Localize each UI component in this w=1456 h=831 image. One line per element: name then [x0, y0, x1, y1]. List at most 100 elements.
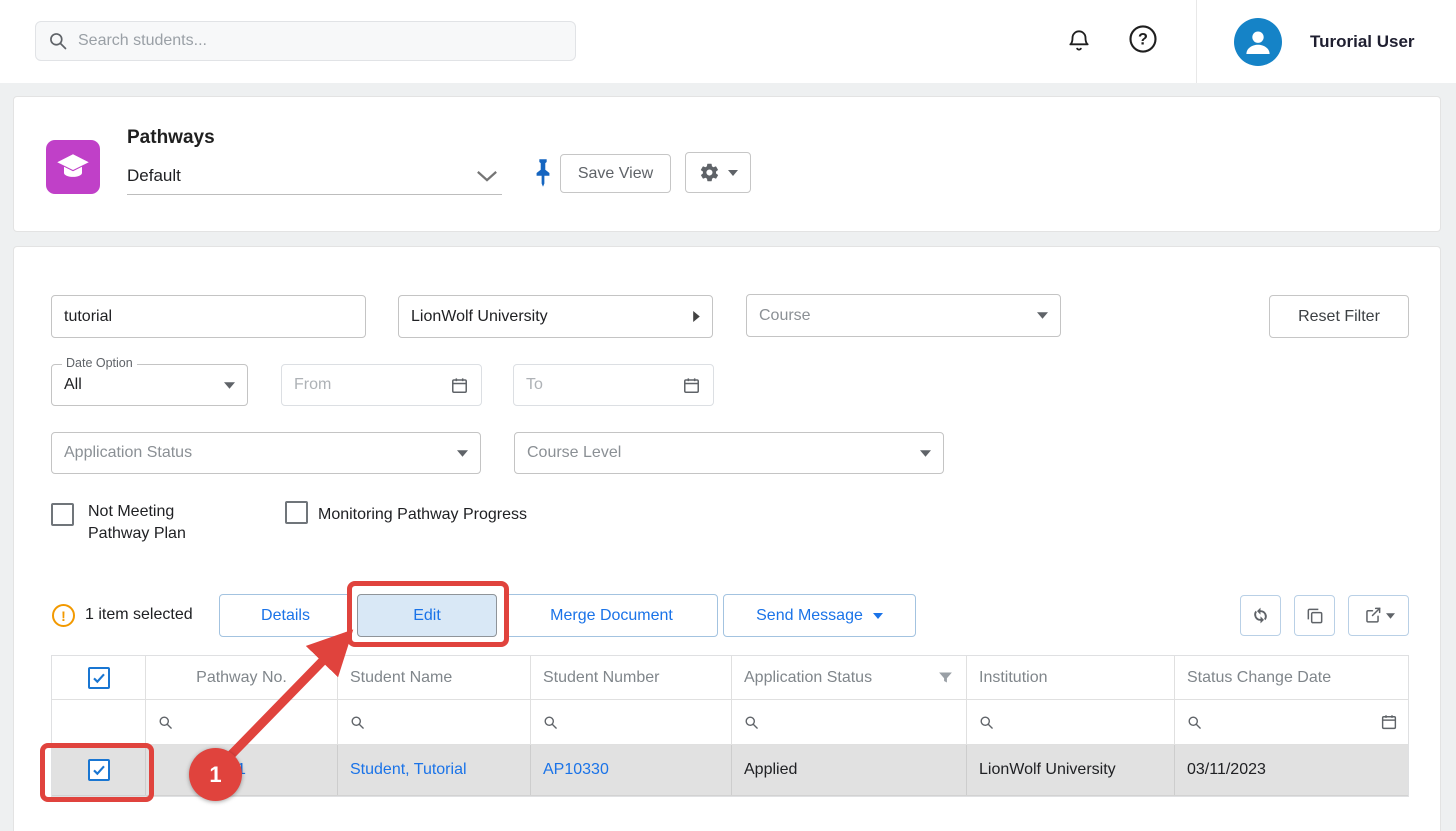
monitoring-pathway-progress-label: Monitoring Pathway Progress: [318, 504, 527, 526]
application-status-filter[interactable]: Application Status: [51, 432, 481, 474]
caret-down-icon: [224, 382, 235, 389]
caret-down-icon: [920, 450, 931, 457]
column-header-pathway-no[interactable]: Pathway No.: [146, 656, 338, 699]
search-input[interactable]: [78, 32, 563, 50]
caret-down-icon: [1037, 312, 1048, 319]
application-status-column-filter[interactable]: [732, 700, 967, 744]
date-option-label: Date Option: [62, 356, 137, 370]
institution-column-filter[interactable]: [967, 700, 1175, 744]
page-title: Pathways: [127, 127, 215, 149]
caret-right-icon: [693, 311, 700, 322]
merge-document-button[interactable]: Merge Document: [505, 594, 718, 637]
copy-button[interactable]: [1294, 595, 1335, 636]
search-icon: [543, 715, 558, 730]
pathways-table: Pathway No. Student Name Student Number …: [51, 655, 1409, 797]
calendar-icon: [1380, 713, 1398, 731]
user-name: Turorial User: [1310, 0, 1415, 83]
search-icon: [744, 715, 759, 730]
date-to-input[interactable]: To: [513, 364, 714, 406]
user-avatar[interactable]: [1234, 18, 1282, 66]
save-view-button[interactable]: Save View: [560, 154, 671, 193]
application-status-placeholder: Application Status: [64, 444, 449, 462]
date-from-input[interactable]: From: [281, 364, 482, 406]
status-change-date-column-filter[interactable]: [1175, 700, 1410, 744]
details-button[interactable]: Details: [219, 594, 352, 637]
filter-funnel-icon[interactable]: [937, 669, 954, 686]
info-icon: !: [52, 604, 75, 627]
course-filter[interactable]: Course: [746, 294, 1061, 337]
top-bar: ? Turorial User: [0, 0, 1456, 83]
pathway-no-column-filter[interactable]: [146, 700, 338, 744]
refresh-button[interactable]: [1240, 595, 1281, 636]
svg-text:?: ?: [1138, 31, 1148, 49]
gear-icon: [699, 162, 720, 183]
table-row[interactable]: 1 Student, Tutorial AP10330 Applied Lion…: [52, 745, 1408, 796]
check-icon: [91, 762, 107, 778]
person-icon: [1241, 25, 1275, 59]
student-name-link[interactable]: Student, Tutorial: [350, 761, 467, 779]
search-icon: [48, 31, 68, 51]
view-select[interactable]: Default: [127, 157, 502, 195]
settings-gear-button[interactable]: [685, 152, 751, 193]
send-message-label: Send Message: [756, 607, 863, 625]
topbar-divider: [1196, 0, 1197, 83]
table-header-row: Pathway No. Student Name Student Number …: [52, 656, 1408, 700]
student-name-column-filter[interactable]: [338, 700, 531, 744]
view-select-value: Default: [127, 166, 181, 186]
search-icon: [350, 715, 365, 730]
send-message-button[interactable]: Send Message: [723, 594, 916, 637]
date-option-value: All: [64, 376, 216, 394]
student-search[interactable]: [35, 21, 576, 61]
notifications-bell-icon[interactable]: [1066, 25, 1092, 55]
course-level-placeholder: Course Level: [527, 444, 912, 462]
monitoring-pathway-progress-checkbox[interactable]: [285, 501, 308, 524]
application-status-cell: Applied: [732, 745, 967, 795]
date-option-select[interactable]: Date Option All: [51, 364, 248, 406]
search-icon: [979, 715, 994, 730]
annotation-step-badge: 1: [189, 748, 242, 801]
reset-filter-button[interactable]: Reset Filter: [1269, 295, 1409, 338]
page: ? Turorial User Pathways Default Save Vi…: [0, 0, 1456, 831]
table-filter-row: [52, 700, 1408, 745]
column-header-institution[interactable]: Institution: [967, 656, 1175, 699]
export-button[interactable]: [1348, 595, 1409, 636]
student-number-column-filter[interactable]: [531, 700, 732, 744]
not-meeting-pathway-plan-checkbox[interactable]: [51, 503, 74, 526]
calendar-icon: [450, 376, 469, 395]
copy-icon: [1305, 606, 1325, 626]
column-header-student-name[interactable]: Student Name: [338, 656, 531, 699]
row-checkbox[interactable]: [88, 759, 110, 781]
not-meeting-pathway-plan-label: Not Meeting Pathway Plan: [88, 501, 208, 545]
graduation-cap-icon: [55, 149, 91, 185]
institution-filter[interactable]: LionWolf University: [398, 295, 713, 338]
edit-button[interactable]: Edit: [357, 594, 497, 637]
search-icon: [1187, 715, 1202, 730]
course-level-filter[interactable]: Course Level: [514, 432, 944, 474]
institution-filter-value: LionWolf University: [411, 308, 685, 326]
chevron-down-icon: [476, 170, 498, 182]
course-filter-placeholder: Course: [759, 307, 1029, 325]
search-icon: [158, 715, 173, 730]
help-icon[interactable]: ?: [1128, 24, 1158, 54]
column-header-application-status[interactable]: Application Status: [732, 656, 967, 699]
selection-count-text: 1 item selected: [85, 606, 193, 624]
refresh-icon: [1250, 605, 1271, 626]
institution-cell: LionWolf University: [967, 745, 1175, 795]
pathways-module-icon: [46, 140, 100, 194]
keyword-filter-input[interactable]: [51, 295, 366, 338]
caret-down-icon: [728, 170, 738, 176]
check-icon: [91, 670, 107, 686]
caret-down-icon: [873, 613, 883, 619]
column-header-student-number[interactable]: Student Number: [531, 656, 732, 699]
date-from-placeholder: From: [294, 376, 442, 394]
date-to-placeholder: To: [526, 376, 674, 394]
calendar-icon: [682, 376, 701, 395]
caret-down-icon: [1386, 613, 1395, 619]
column-header-status-change-date[interactable]: Status Change Date: [1175, 656, 1410, 699]
export-icon: [1363, 606, 1382, 625]
student-number-link[interactable]: AP10330: [543, 761, 609, 779]
status-change-date-cell: 03/11/2023: [1175, 745, 1410, 795]
caret-down-icon: [457, 450, 468, 457]
pin-view-icon[interactable]: [532, 157, 554, 189]
select-all-checkbox[interactable]: [88, 667, 110, 689]
